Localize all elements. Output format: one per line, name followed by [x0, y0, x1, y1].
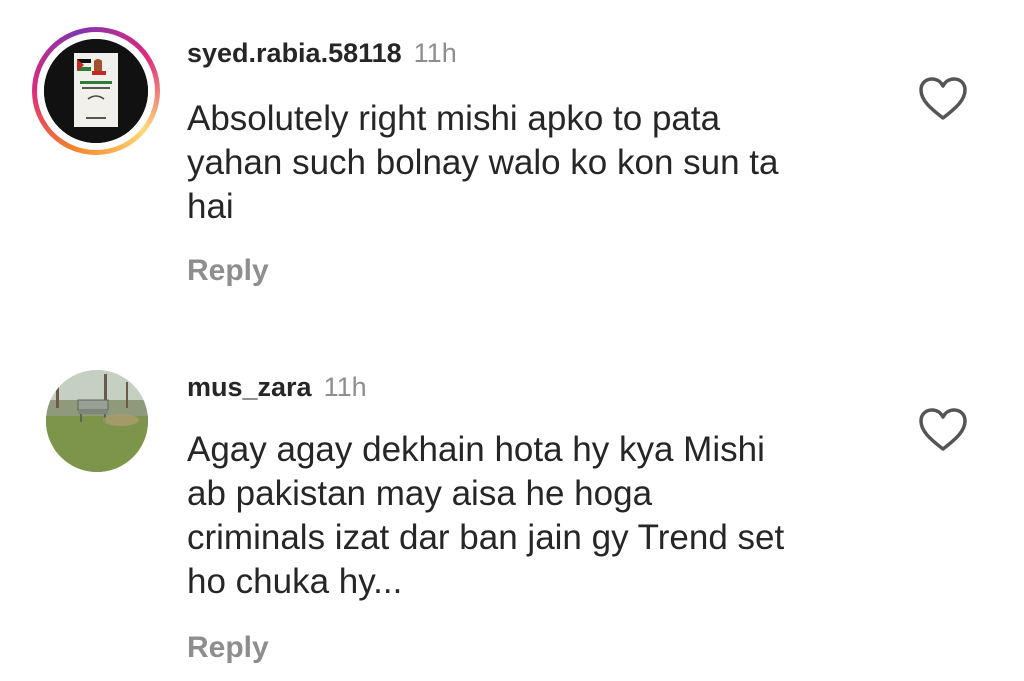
comment-text-line: Absolutely right mishi apko to pata: [187, 99, 721, 138]
palestine-poster-icon: [44, 39, 148, 143]
avatar-image: [44, 39, 148, 143]
comment-text-line: hai: [187, 187, 234, 226]
comment-text-line: ab pakistan may aisa he hoga: [187, 474, 653, 513]
avatar[interactable]: [46, 370, 148, 472]
comment-text-line: Agay agay dekhain hota hy kya Mishi: [187, 430, 765, 469]
avatar[interactable]: [32, 27, 160, 155]
comment-username[interactable]: syed.rabia.58118 11h: [187, 38, 457, 69]
comment-text: Agay agay dekhain hota hy kya Mishi ab p…: [187, 428, 887, 604]
username-text[interactable]: mus_zara: [187, 372, 312, 402]
comment-time: 11h: [323, 372, 367, 402]
comment-text-line: ho chuka hy...: [187, 562, 403, 601]
comment-text-line: criminals izat dar ban jain gy Trend set: [187, 518, 785, 557]
reply-button[interactable]: Reply: [187, 631, 269, 665]
comment-username[interactable]: mus_zara 11h: [187, 372, 367, 403]
comment-time: 11h: [413, 38, 457, 68]
heart-outline-icon[interactable]: [918, 407, 968, 453]
reply-button[interactable]: Reply: [187, 254, 269, 288]
comment-text-line: yahan such bolnay walo ko kon sun ta: [187, 143, 779, 182]
username-text[interactable]: syed.rabia.58118: [187, 38, 402, 68]
comment-text: Absolutely right mishi apko to pata yaha…: [187, 97, 887, 229]
park-bench-image-icon: [46, 370, 148, 472]
heart-outline-icon[interactable]: [918, 76, 968, 122]
